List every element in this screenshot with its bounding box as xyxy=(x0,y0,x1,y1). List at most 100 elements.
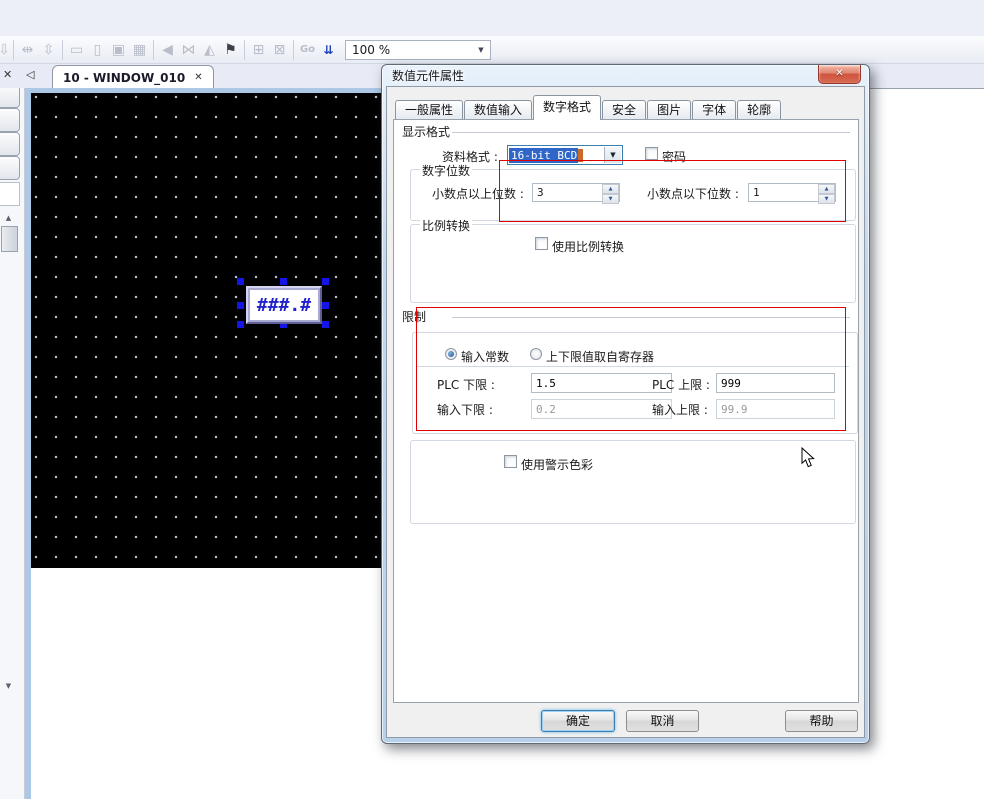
plc-low-label: PLC 下限 : xyxy=(437,376,495,393)
selected-element[interactable]: ###.# xyxy=(237,278,329,328)
mirror-horizontal-icon[interactable]: ⋈ xyxy=(178,39,199,61)
display-format-section-label: 显示格式 xyxy=(400,123,452,140)
dropdown-arrow-icon[interactable]: ▼ xyxy=(604,147,621,163)
document-tab-close-button[interactable]: ✕ xyxy=(194,72,202,83)
tab-number-format[interactable]: 数字格式 xyxy=(533,95,601,120)
register-radio[interactable] xyxy=(530,348,542,360)
panel-close-button[interactable]: ✕ xyxy=(3,68,12,81)
input-high-field[interactable]: 99.9 xyxy=(716,399,835,419)
input-low-value: 0.2 xyxy=(536,403,556,416)
tab-numeric-input[interactable]: 数值输入 xyxy=(464,100,532,120)
selection-handle[interactable] xyxy=(322,278,329,285)
cancel-button[interactable]: 取消 xyxy=(626,710,699,732)
toolbar-separator xyxy=(62,40,63,60)
input-low-field[interactable]: 0.2 xyxy=(531,399,672,419)
panel-scroll-up-button[interactable]: ▲ xyxy=(0,214,17,222)
digits-section-label: 数字位数 xyxy=(420,162,472,179)
tab-general[interactable]: 一般属性 xyxy=(395,100,463,120)
panel-scroll-down-button[interactable]: ▼ xyxy=(0,682,17,690)
fraction-digits-spinner[interactable]: 1 ▲ ▼ xyxy=(748,183,836,202)
group-icon[interactable]: ⊞ xyxy=(248,39,269,61)
rotate-icon[interactable]: ◭ xyxy=(199,39,220,61)
panel-scroll-thumb[interactable] xyxy=(1,226,18,252)
constant-radio-label: 输入常数 xyxy=(461,348,509,365)
tab-font[interactable]: 字体 xyxy=(692,100,736,120)
tab-profile[interactable]: 轮廓 xyxy=(737,100,781,120)
use-warning-color-label: 使用警示色彩 xyxy=(521,456,593,473)
data-format-value: 16-bit BCD xyxy=(509,148,578,163)
equal-width-icon[interactable]: ⇹ xyxy=(17,39,38,61)
integer-digits-spinner[interactable]: 3 ▲ ▼ xyxy=(532,183,620,202)
help-button[interactable]: 帮助 xyxy=(785,710,858,732)
equal-height-icon[interactable]: ⇳ xyxy=(38,39,59,61)
ungroup-icon[interactable]: ⊠ xyxy=(269,39,290,61)
partial-tool-icon[interactable]: ⇩ xyxy=(1,39,10,61)
tab-picture[interactable]: 图片 xyxy=(647,100,691,120)
numeric-element-text: ###.# xyxy=(257,295,311,316)
toolbar-separator xyxy=(153,40,154,60)
selection-handle[interactable] xyxy=(322,321,329,328)
dialog-titlebar[interactable]: 数值元件属性 ✕ xyxy=(382,65,869,86)
resize-both-icon[interactable]: ▣ xyxy=(108,39,129,61)
selection-handle[interactable] xyxy=(237,278,244,285)
dialog-close-button[interactable]: ✕ xyxy=(818,65,861,84)
selection-handle[interactable] xyxy=(237,302,244,309)
zoom-stack-icon[interactable]: ⇊ xyxy=(318,39,339,61)
input-high-value: 99.9 xyxy=(721,403,748,416)
pin-icon[interactable]: ⚑ xyxy=(220,39,241,61)
spin-up-icon[interactable]: ▲ xyxy=(818,184,835,194)
align-box-icon[interactable]: ▭ xyxy=(66,39,87,61)
mouse-cursor xyxy=(801,447,816,472)
tool-button[interactable] xyxy=(0,156,20,180)
tool-button[interactable] xyxy=(0,88,20,108)
document-tab[interactable]: 10 - WINDOW_010 ✕ xyxy=(52,65,214,89)
selection-handle[interactable] xyxy=(237,321,244,328)
text-caret xyxy=(578,149,583,162)
plc-high-value: 999 xyxy=(721,377,741,390)
tab-security[interactable]: 安全 xyxy=(602,100,646,120)
dialog-title: 数值元件属性 xyxy=(392,67,464,84)
tool-button[interactable] xyxy=(0,108,20,132)
plc-high-field[interactable]: 999 xyxy=(716,373,835,393)
tool-button[interactable] xyxy=(0,132,20,156)
fraction-digits-label: 小数点以下位数 : xyxy=(647,185,739,202)
spin-down-icon[interactable]: ▼ xyxy=(602,194,619,204)
window-top-strip xyxy=(0,0,984,36)
input-low-label: 输入下限 : xyxy=(437,401,493,418)
canvas-viewport: ###.# xyxy=(25,88,388,799)
zoom-level-combobox[interactable]: 100 % ▼ xyxy=(345,40,491,60)
fit-to-grid-icon[interactable]: ▦ xyxy=(129,39,150,61)
plc-high-label: PLC 上限 : xyxy=(652,376,710,393)
use-scaling-checkbox[interactable] xyxy=(535,237,548,250)
properties-dialog: 数值元件属性 ✕ 一般属性 数值输入 数字格式 安全 图片 字体 轮廓 显示格式… xyxy=(381,64,870,744)
spin-down-icon[interactable]: ▼ xyxy=(818,194,835,204)
data-format-combobox[interactable]: 16-bit BCD ▼ xyxy=(507,145,623,165)
scaling-section-label: 比例转换 xyxy=(420,217,472,234)
go-icon[interactable]: Go xyxy=(297,39,318,61)
design-canvas[interactable]: ###.# xyxy=(31,93,381,568)
use-warning-color-checkbox[interactable] xyxy=(504,455,517,468)
dialog-client-area: 一般属性 数值输入 数字格式 安全 图片 字体 轮廓 显示格式 资料格式 : 1… xyxy=(386,86,865,738)
constant-radio[interactable] xyxy=(445,348,457,360)
selection-handle[interactable] xyxy=(322,302,329,309)
dialog-tab-bar: 一般属性 数值输入 数字格式 安全 图片 字体 轮廓 xyxy=(395,95,782,120)
numeric-display-element[interactable]: ###.# xyxy=(246,286,322,324)
tab-scroll-left-button[interactable]: ◁ xyxy=(26,68,34,81)
ok-button[interactable]: 确定 xyxy=(541,710,615,732)
tab-page-number-format: 显示格式 资料格式 : 16-bit BCD ▼ 密码 数字位数 小数点以上位数… xyxy=(393,119,859,703)
resize-width-icon[interactable]: ▯ xyxy=(87,39,108,61)
integer-digits-label: 小数点以上位数 : xyxy=(432,185,524,202)
selection-handle[interactable] xyxy=(280,278,287,285)
spin-up-icon[interactable]: ▲ xyxy=(602,184,619,194)
password-checkbox[interactable] xyxy=(645,147,658,160)
limits-section-label: 限制 xyxy=(400,308,428,325)
plc-low-value: 1.5 xyxy=(536,377,556,390)
plc-low-field[interactable]: 1.5 xyxy=(531,373,672,393)
toolbar-separator xyxy=(13,40,14,60)
dropdown-arrow-icon[interactable]: ▼ xyxy=(473,42,489,58)
tool-button[interactable] xyxy=(0,182,20,206)
scaling-groupbox xyxy=(410,224,856,303)
password-label: 密码 xyxy=(662,148,686,165)
flip-left-icon[interactable]: ◀ xyxy=(157,39,178,61)
toolbar-separator xyxy=(293,40,294,60)
